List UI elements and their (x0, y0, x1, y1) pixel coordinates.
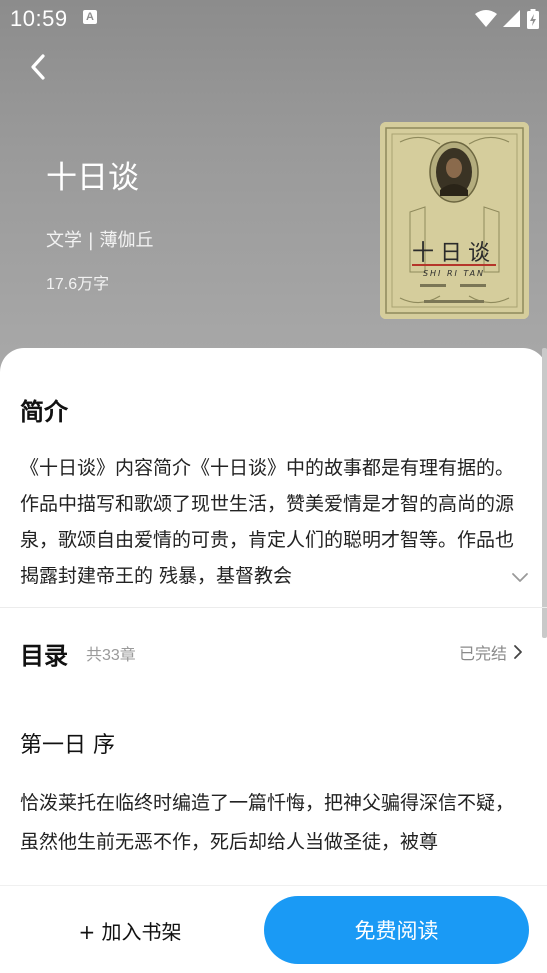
book-category-author: 文学 | 薄伽丘 (46, 230, 154, 251)
book-cover: 十日谈 SHI RI TAN (380, 122, 529, 319)
completion-status: 已完结 (458, 644, 507, 663)
expand-intro-button[interactable] (509, 566, 531, 588)
chapter-title[interactable]: 第一日 序 (20, 727, 115, 759)
notification-icon: A (83, 10, 97, 24)
cover-pinyin: SHI RI TAN (423, 269, 485, 278)
scrollbar[interactable] (542, 348, 547, 638)
intro-heading: 简介 (20, 397, 68, 426)
chevron-right-icon (514, 645, 522, 659)
back-button[interactable] (22, 50, 54, 84)
status-icons (475, 8, 539, 30)
battery-icon (527, 9, 539, 29)
add-to-shelf-button[interactable]: + 加入书架 (20, 900, 240, 960)
wifi-icon (475, 10, 497, 27)
book-word-count: 17.6万字 (46, 276, 110, 293)
status-time: 10:59 (10, 6, 68, 31)
chevron-left-icon (31, 54, 45, 80)
cover-title: 十日谈 (412, 241, 496, 266)
signal-icon (503, 10, 520, 27)
toc-heading: 目录 (20, 641, 68, 670)
chevron-down-icon (512, 573, 528, 582)
free-read-button[interactable]: 免费阅读 (264, 896, 529, 964)
chapter-count: 共33章 (86, 647, 136, 664)
status-bar: 10:59 A (0, 0, 547, 38)
divider (0, 607, 547, 608)
chapter-fade (0, 858, 547, 888)
toc-entry-button[interactable]: 已完结 (459, 640, 523, 664)
book-title: 十日谈 (46, 160, 139, 196)
